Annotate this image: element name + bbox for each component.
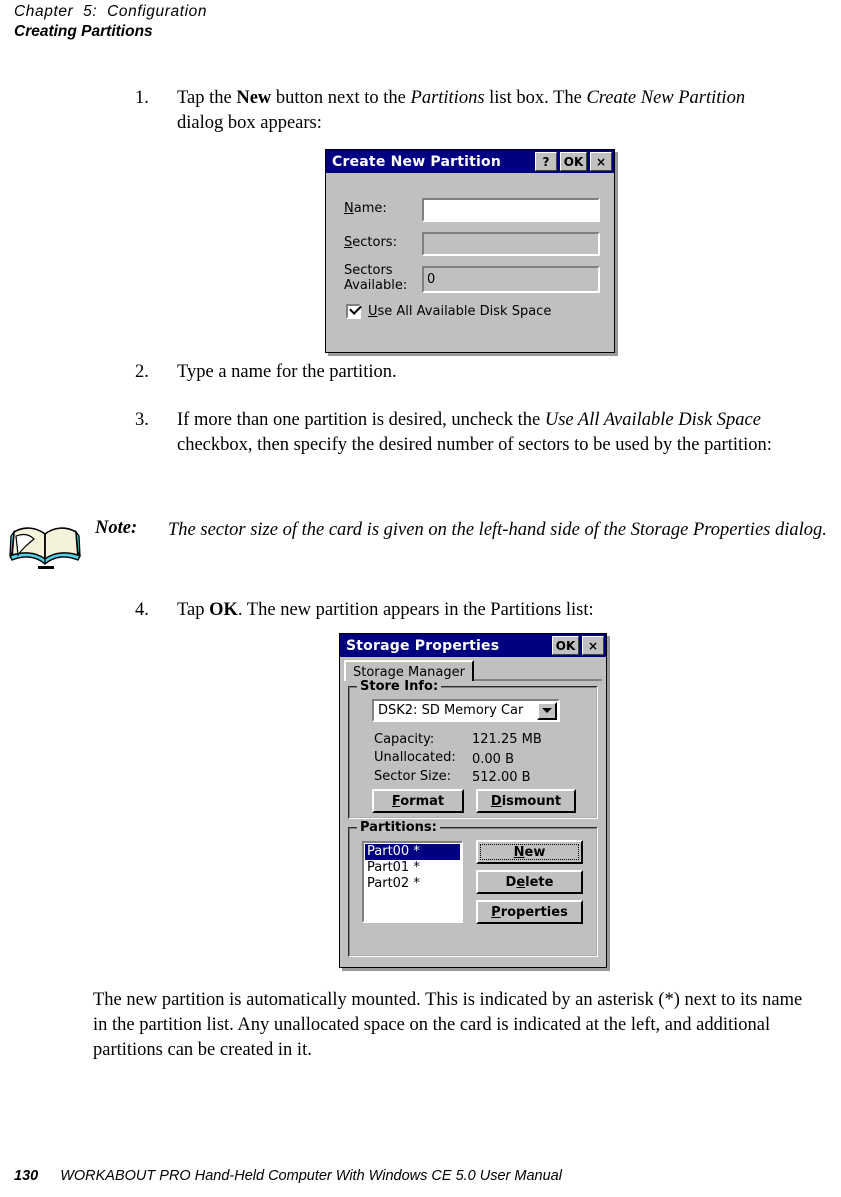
step-4-emphasis-ok: OK	[209, 600, 238, 620]
step-1-emphasis-new: New	[236, 88, 272, 108]
storage-properties-title: Storage Properties	[346, 637, 500, 654]
partition-properties-button[interactable]: Properties	[476, 900, 583, 924]
step-4-text: Tap OK. The new partition appears in the…	[177, 600, 594, 620]
step-4-number: 4.	[135, 600, 149, 620]
step-1: 1. Tap the New button next to the Partit…	[135, 86, 795, 136]
create-new-partition-dialog[interactable]: Create New Partition ? OK × Name: Sector…	[325, 149, 615, 353]
delete-partition-button-label: Delete	[505, 874, 554, 890]
use-all-disk-space-label: Use All Available Disk Space	[368, 304, 552, 319]
sectors-available-label: Sectors Available:	[344, 263, 408, 293]
step-1-number: 1.	[135, 88, 149, 108]
delete-partition-button[interactable]: Delete	[476, 870, 583, 894]
unallocated-label: Unallocated:	[374, 750, 456, 765]
open-book-icon	[8, 522, 84, 570]
close-icon[interactable]: ×	[582, 636, 604, 655]
storage-device-value: DSK2: SD Memory Car	[378, 703, 524, 718]
page-header: Chapter 5: Configuration Creating Partit…	[14, 2, 614, 42]
create-partition-titlebar: Create New Partition ? OK ×	[326, 150, 614, 173]
step-2-text: Type a name for the partition.	[177, 362, 397, 382]
dismount-button-label: Dismount	[490, 793, 562, 809]
focus-outline	[480, 844, 579, 860]
step-2: 2. Type a name for the partition.	[135, 360, 795, 385]
format-button-label: Format	[391, 793, 445, 809]
unallocated-value: 0.00 B	[472, 752, 514, 767]
check-icon	[349, 302, 362, 315]
ok-button[interactable]: OK	[552, 636, 579, 655]
sectors-label: Sectors:	[344, 235, 397, 250]
format-button[interactable]: Format	[372, 789, 464, 813]
capacity-value: 121.25 MB	[472, 732, 542, 747]
ok-button[interactable]: OK	[560, 152, 587, 171]
tab-storage-manager[interactable]: Storage Manager	[344, 660, 474, 681]
step-3-number: 3.	[135, 410, 149, 430]
help-button[interactable]: ?	[535, 152, 557, 171]
page-footer: 130 WORKABOUT PRO Hand-Held Computer With…	[14, 1168, 562, 1184]
partitions-group-label: Partitions:	[357, 820, 440, 835]
name-input[interactable]	[422, 198, 600, 222]
storage-properties-dialog[interactable]: Storage Properties OK × Storage Manager …	[339, 633, 607, 968]
dismount-button[interactable]: Dismount	[476, 789, 576, 813]
use-all-disk-space-checkbox[interactable]: Use All Available Disk Space	[346, 302, 602, 319]
step-1-text: Tap the New button next to the Partition…	[177, 88, 746, 133]
sector-size-value: 512.00 B	[472, 770, 531, 785]
partitions-listbox[interactable]: Part00 * Part01 * Part02 *	[362, 841, 463, 923]
tab-strip: Storage Manager	[344, 660, 602, 681]
step-3: 3. If more than one partition is desired…	[135, 408, 807, 458]
chevron-down-icon[interactable]	[537, 701, 557, 720]
footer-page-number: 130	[14, 1168, 39, 1184]
list-item[interactable]: Part02 *	[365, 876, 460, 892]
partition-properties-button-label: Properties	[491, 904, 568, 920]
step-1-italic-dialog-name: Create New Partition	[586, 88, 746, 108]
sectors-available-input[interactable]: 0	[422, 266, 600, 293]
store-info-group: Store Info: DSK2: SD Memory Car Capacity…	[348, 679, 598, 819]
note-text: The sector size of the card is given on …	[168, 520, 827, 540]
partitions-group: Partitions: Part00 * Part01 * Part02 * N…	[348, 820, 598, 957]
name-label: Name:	[344, 201, 387, 216]
section-title: Creating Partitions	[14, 23, 153, 40]
store-info-group-label: Store Info:	[357, 679, 442, 694]
sector-size-label: Sector Size:	[374, 769, 451, 784]
step-4: 4. Tap OK. The new partition appears in …	[135, 598, 795, 623]
storage-device-dropdown[interactable]: DSK2: SD Memory Car	[372, 699, 560, 722]
chapter-title: Chapter 5: Configuration	[14, 3, 208, 20]
note-label: Note:	[95, 518, 138, 538]
sectors-input[interactable]	[422, 232, 600, 256]
list-item[interactable]: Part01 *	[365, 860, 460, 876]
step-3-text: If more than one partition is desired, u…	[177, 410, 772, 455]
checkbox-box[interactable]	[346, 302, 362, 319]
storage-properties-titlebar: Storage Properties OK ×	[340, 634, 606, 657]
footer-manual-title: WORKABOUT PRO Hand-Held Computer With Wi…	[60, 1168, 562, 1184]
step-2-number: 2.	[135, 362, 149, 382]
step-1-italic-partitions: Partitions	[410, 88, 485, 108]
step-3-italic-checkbox-name: Use All Available Disk Space	[544, 410, 761, 430]
list-item[interactable]: Part00 *	[365, 844, 460, 860]
close-icon[interactable]: ×	[590, 152, 612, 171]
closing-paragraph: The new partition is automatically mount…	[93, 990, 803, 1060]
create-partition-title: Create New Partition	[332, 153, 502, 170]
capacity-label: Capacity:	[374, 732, 435, 747]
new-partition-button[interactable]: New	[476, 840, 583, 864]
